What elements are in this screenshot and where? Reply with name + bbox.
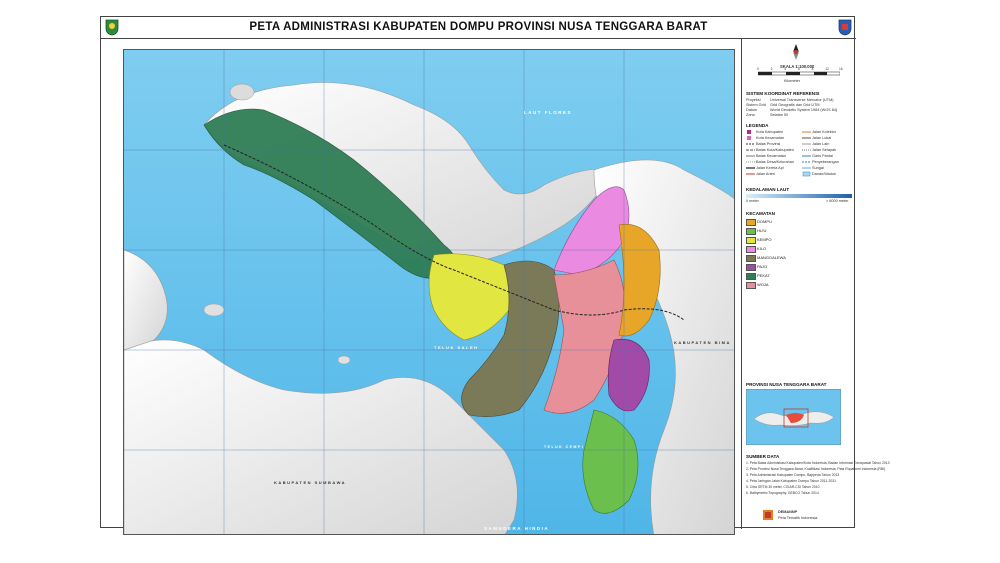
legend-panel: SKALA 1:100.000 Kilometer SISTEM KOORDIN…	[741, 39, 890, 529]
map-frame[interactable]: LAUT FLORES TELUK SALEH SAMUDERA HINDIA …	[123, 49, 735, 535]
coord-key-3: Zona	[746, 113, 755, 117]
legend-left-2: Batas Provinsi	[756, 142, 781, 146]
kecamatan-label-5: PAJO	[757, 264, 768, 269]
island-bay	[337, 355, 351, 365]
kecamatan-label-3: KILO	[757, 246, 767, 251]
legenda-title: LEGENDA	[746, 123, 769, 128]
scale-tick-label: 8	[811, 67, 814, 71]
kedalaman-title: KEDALAMAN LAUT	[746, 187, 790, 192]
scale-tick-label: 12	[825, 67, 829, 71]
legend-left-1: Kota Kecamatan	[756, 136, 785, 140]
coord-value-1: Grid Geografis dan Grid UTM	[770, 103, 820, 107]
map-sheet: PETA ADMINISTRASI KABUPATEN DOMPU PROVIN…	[100, 16, 890, 535]
legend-right-7: Danau/Waduk	[812, 172, 836, 176]
scale-tick-label: 2	[770, 67, 773, 71]
depth-max: > 6000 meter	[826, 199, 849, 203]
swatch-pekat	[746, 273, 756, 280]
coord-value-2: World Geodetic System 1984 (WGS 84)	[770, 108, 838, 112]
footer-line-1: DEMANNP	[778, 510, 798, 514]
footer-line-2: Peta Tematik Indonesia	[778, 516, 818, 520]
kecamatan-label-6: PEKAT	[757, 273, 770, 278]
legend-symbols-right	[802, 131, 811, 177]
coord-title: SISTEM KOORDINAT REFERENSI	[746, 91, 820, 96]
kecamatan-label-0: DOMPU	[757, 219, 772, 224]
scale-tick-label: 16	[839, 67, 843, 71]
label-teluk-saleh: TELUK SALEH	[434, 345, 479, 350]
inset-title: PROVINSI NUSA TENGGARA BARAT	[746, 382, 827, 387]
legend-right-0: Jalan Kolektor	[812, 130, 837, 134]
island-west	[203, 303, 225, 317]
coord-key-2: Datum	[746, 108, 758, 112]
map-canvas[interactable]	[124, 50, 735, 535]
sumber-title: SUMBER DATA	[746, 454, 780, 459]
sumber-1: 2. Peta Provinsi Nusa Tenggara Barat, Ku…	[746, 467, 886, 471]
scale-unit: Kilometer	[784, 79, 801, 83]
swatch-kilo	[746, 246, 756, 253]
regency-logo-icon	[838, 19, 852, 36]
legend-right-4: Garis Pantai	[812, 154, 833, 158]
swatch-dompu	[746, 219, 756, 226]
coord-key-0: Proyeksi	[746, 98, 761, 102]
swatch-huu	[746, 228, 756, 235]
sumber-4: 5. Citra SRTM 30 meter, CGIAR-CSI Tahun …	[746, 485, 820, 489]
title-bar: PETA ADMINISTRASI KABUPATEN DOMPU PROVIN…	[101, 17, 856, 39]
kecamatan-label-2: KEMPO	[757, 237, 772, 242]
swatch-woja	[746, 282, 756, 289]
legend-symbols-left	[746, 130, 755, 175]
swatch-kempo	[746, 237, 756, 244]
legend-right-2: Jalan Lain	[812, 142, 830, 146]
legend-left-7: Jalan Arteri	[756, 172, 775, 176]
kecamatan-label-1: HU'U	[757, 228, 767, 233]
label-teluk-cempi: TELUK CEMPI	[544, 445, 585, 449]
legend-left-0: Kota Kabupaten	[756, 130, 784, 134]
label-kabupaten-sumbawa: KABUPATEN SUMBAWA	[274, 480, 347, 485]
publisher-logo-icon	[763, 510, 773, 520]
scale-tick-label: 4	[784, 67, 787, 71]
legend-right-3: Jalan Setapak	[812, 148, 837, 152]
map-title: PETA ADMINISTRASI KABUPATEN DOMPU PROVIN…	[249, 21, 708, 33]
legend-left-6: Jalan Kereta Api	[756, 166, 784, 170]
sumber-2: 3. Peta Administrasi Kabupaten Dompu, Ba…	[746, 473, 840, 477]
label-laut-flores: LAUT FLORES	[524, 110, 572, 115]
sumber-5: 6. Bathymetric Topography, GEBCO Tahun 2…	[746, 491, 819, 495]
north-arrow-icon	[793, 44, 799, 60]
scale-tick-label: 6	[798, 67, 800, 71]
coord-value-0: Universal Transverse Mercator (UTM)	[770, 98, 834, 102]
kecamatan-label-4: MANGGALEWA	[757, 255, 786, 260]
label-samudera-hindia: SAMUDERA HINDIA	[484, 526, 550, 531]
island-sangeang	[229, 83, 255, 101]
label-kabupaten-bima: KABUPATEN BIMA	[674, 340, 731, 345]
scale-tick-label: 0	[757, 67, 759, 71]
depth-min: 0 meter	[746, 199, 759, 203]
kecamatan-label-7: WOJA	[757, 282, 769, 287]
swatch-pajo	[746, 264, 756, 271]
legend-left-5: Batas Desa/Kelurahan	[756, 160, 794, 164]
swatch-manggalewa	[746, 255, 756, 262]
depth-ramp	[746, 194, 852, 198]
legend-right-6: Sungai	[812, 166, 824, 170]
kecamatan-title: KECAMATAN	[746, 211, 775, 216]
inset-map[interactable]	[746, 389, 841, 445]
legend-right-1: Jalan Lokal	[812, 136, 832, 140]
scale-bar	[758, 71, 840, 76]
coord-key-1: Sistem Grid	[746, 103, 766, 107]
sumber-0: 1. Peta Batas Administrasi Kabupaten/Kot…	[746, 461, 890, 465]
sumber-3: 4. Peta Jaringan Jalan Kabupaten Dompu T…	[746, 479, 836, 483]
coord-value-3: Selatan 50	[770, 113, 789, 117]
legend-left-3: Batas Kota/Kabupaten	[756, 148, 794, 152]
legend-left-4: Batas Kecamatan	[756, 154, 786, 158]
legend-right-5: Penyeberangan	[812, 160, 839, 164]
